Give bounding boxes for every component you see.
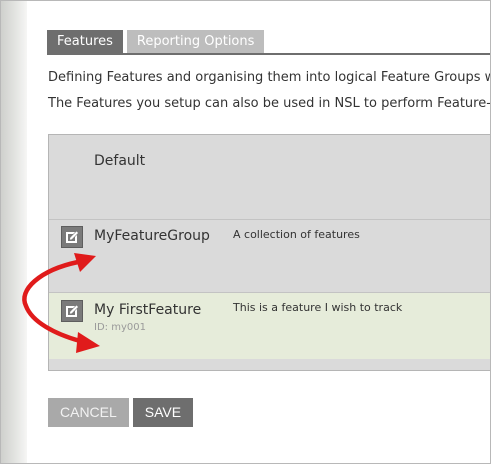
tab-underline: [47, 53, 490, 55]
description-line-2: The Features you setup can also be used …: [48, 96, 491, 111]
feature-group-name: MyFeatureGroup: [94, 228, 210, 244]
left-edge-shadow: [1, 1, 27, 463]
empty-row: [49, 359, 490, 370]
save-button[interactable]: SAVE: [132, 398, 194, 427]
tab-features[interactable]: Features: [47, 30, 123, 53]
feature-name: My FirstFeature: [94, 302, 202, 318]
feature-table: Default MyFeatureGroup A collection of f…: [48, 134, 490, 371]
table-row[interactable]: My FirstFeature ID: my001 This is a feat…: [49, 292, 490, 360]
tab-bar: Features Reporting Options: [47, 30, 265, 53]
content-area: Features Reporting Options Defining Feat…: [37, 1, 490, 463]
button-bar: CANCEL SAVE: [48, 398, 194, 427]
feature-id: ID: my001: [94, 322, 146, 333]
feature-description: This is a feature I wish to track: [233, 301, 403, 314]
default-group-title: Default: [94, 153, 146, 169]
edit-icon[interactable]: [61, 226, 83, 248]
feature-group-description: A collection of features: [233, 228, 360, 241]
tab-reporting-options[interactable]: Reporting Options: [126, 30, 265, 53]
cancel-button[interactable]: CANCEL: [48, 398, 129, 427]
table-row[interactable]: MyFeatureGroup A collection of features: [49, 219, 490, 293]
description-line-1: Defining Features and organising them in…: [48, 70, 491, 85]
edit-icon[interactable]: [61, 300, 83, 322]
default-group-row: Default: [49, 135, 490, 219]
dialog-frame: Features Reporting Options Defining Feat…: [0, 0, 491, 464]
